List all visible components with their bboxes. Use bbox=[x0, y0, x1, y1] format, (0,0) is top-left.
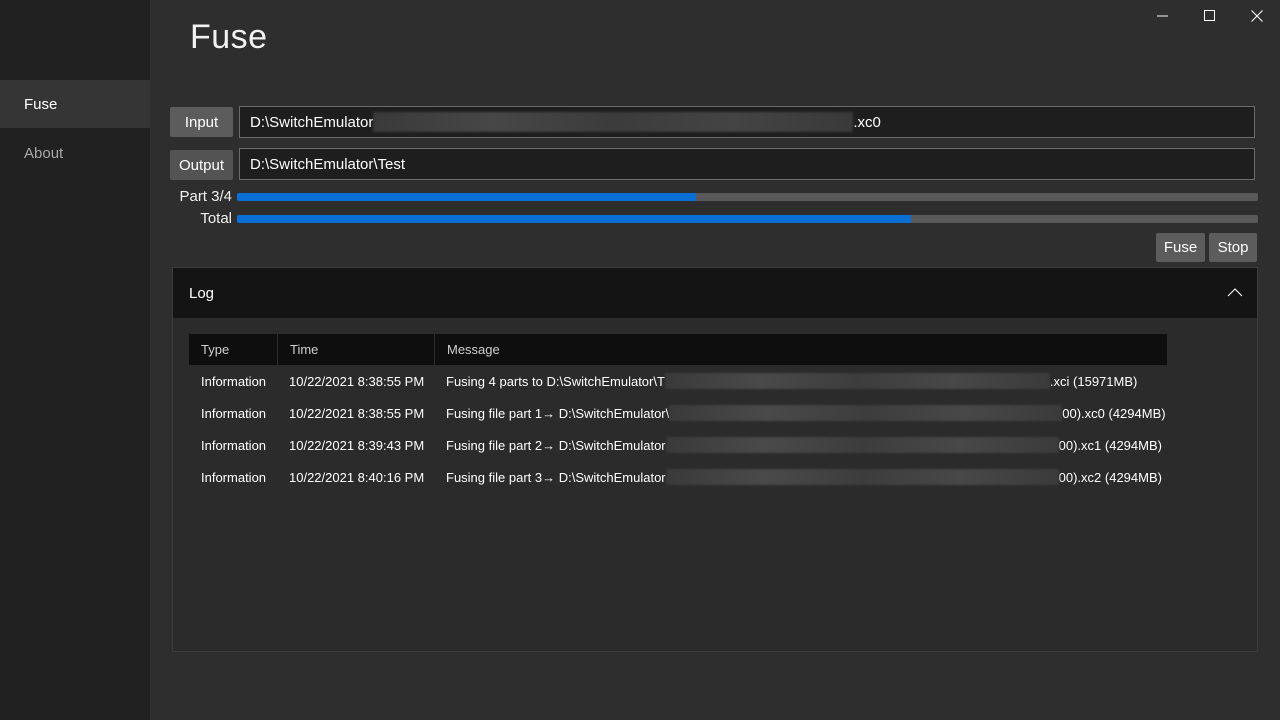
input-button[interactable]: Input bbox=[170, 107, 233, 137]
message-end: .xci (15971MB) bbox=[1049, 373, 1138, 389]
column-header-message[interactable]: Message bbox=[434, 334, 1167, 365]
redacted-block bbox=[664, 373, 1050, 389]
log-header-label: Log bbox=[189, 284, 215, 302]
cell-type: Information bbox=[201, 373, 267, 389]
output-path-field[interactable]: D:\SwitchEmulator\Test bbox=[239, 148, 1255, 180]
cell-type: Information bbox=[201, 469, 267, 485]
sidebar-item-label: Fuse bbox=[24, 95, 58, 113]
sidebar-item-fuse[interactable]: Fuse bbox=[0, 80, 150, 128]
input-path-field[interactable]: D:\SwitchEmulator .xc0 bbox=[239, 106, 1255, 138]
part-progress-label: Part 3/4 bbox=[179, 188, 232, 205]
total-progress-bar bbox=[237, 215, 1258, 223]
cell-message: Fusing file part 2→ D:\SwitchEmulator 00)… bbox=[434, 429, 1167, 461]
redacted-block bbox=[665, 437, 1059, 453]
part-progress-bar bbox=[237, 193, 1258, 201]
cell-type: Information bbox=[201, 405, 267, 421]
stop-button[interactable]: Stop bbox=[1209, 233, 1257, 262]
cell-time: 10/22/2021 8:39:43 PM bbox=[289, 437, 425, 453]
total-progress-label: Total bbox=[200, 210, 232, 227]
message-end: 00).xc1 (4294MB) bbox=[1058, 437, 1162, 453]
cell-message: Fusing file part 3→ D:\SwitchEmulator 00)… bbox=[434, 461, 1167, 493]
part-progress-fill bbox=[237, 193, 697, 201]
log-table-header: Type Time Message bbox=[189, 334, 1167, 365]
cell-type: Information bbox=[201, 437, 267, 453]
message-start: Fusing file part 1→ D:\SwitchEmulator\ bbox=[446, 405, 670, 421]
column-header-time[interactable]: Time bbox=[277, 334, 434, 365]
message-end: 00).xc2 (4294MB) bbox=[1058, 469, 1162, 485]
output-button[interactable]: Output bbox=[170, 150, 233, 180]
close-button[interactable] bbox=[1234, 0, 1280, 32]
table-row[interactable]: Information 10/22/2021 8:38:55 PM Fusing… bbox=[189, 397, 1167, 429]
sidebar: Fuse About bbox=[0, 0, 150, 720]
message-start: Fusing file part 3→ D:\SwitchEmulator bbox=[446, 469, 666, 485]
message-end: 00).xc0 (4294MB) bbox=[1062, 405, 1166, 421]
sidebar-item-label: About bbox=[24, 144, 64, 162]
redacted-block bbox=[669, 405, 1063, 421]
log-expander-header[interactable]: Log bbox=[173, 268, 1257, 318]
log-table: Type Time Message Information 10/22/2021… bbox=[189, 334, 1167, 493]
cell-message: Fusing file part 1→ D:\SwitchEmulator\ 00… bbox=[434, 397, 1167, 429]
cell-time: 10/22/2021 8:38:55 PM bbox=[289, 405, 425, 421]
column-header-type[interactable]: Type bbox=[189, 334, 277, 365]
fuse-button[interactable]: Fuse bbox=[1156, 233, 1205, 262]
minimize-button[interactable] bbox=[1140, 0, 1186, 32]
total-progress-fill bbox=[237, 215, 911, 223]
sidebar-item-about[interactable]: About bbox=[0, 129, 150, 177]
cell-message: Fusing 4 parts to D:\SwitchEmulator\T .xc… bbox=[434, 365, 1167, 397]
redacted-block bbox=[665, 469, 1059, 485]
table-row[interactable]: Information 10/22/2021 8:39:43 PM Fusing… bbox=[189, 429, 1167, 461]
maximize-icon bbox=[1204, 10, 1215, 21]
log-panel: Log Type Time Message Information 10/22/… bbox=[172, 267, 1258, 652]
message-start: Fusing 4 parts to D:\SwitchEmulator\T bbox=[446, 373, 665, 389]
input-path-start: D:\SwitchEmulator bbox=[250, 113, 374, 131]
redacted-block bbox=[373, 112, 854, 132]
page-title: Fuse bbox=[190, 18, 268, 56]
table-row[interactable]: Information 10/22/2021 8:40:16 PM Fusing… bbox=[189, 461, 1167, 493]
message-start: Fusing file part 2→ D:\SwitchEmulator bbox=[446, 437, 666, 453]
minimize-icon bbox=[1157, 15, 1168, 17]
input-path-end: .xc0 bbox=[853, 113, 881, 131]
cell-time: 10/22/2021 8:40:16 PM bbox=[289, 469, 425, 485]
cell-time: 10/22/2021 8:38:55 PM bbox=[289, 373, 425, 389]
close-icon bbox=[1251, 10, 1263, 22]
output-path-value: D:\SwitchEmulator\Test bbox=[250, 155, 406, 173]
table-row[interactable]: Information 10/22/2021 8:38:55 PM Fusing… bbox=[189, 365, 1167, 397]
chevron-up-icon[interactable] bbox=[1227, 285, 1243, 301]
app-window: Fuse About Fuse Input D:\SwitchEmulator.… bbox=[0, 0, 1280, 720]
maximize-button[interactable] bbox=[1187, 0, 1233, 32]
